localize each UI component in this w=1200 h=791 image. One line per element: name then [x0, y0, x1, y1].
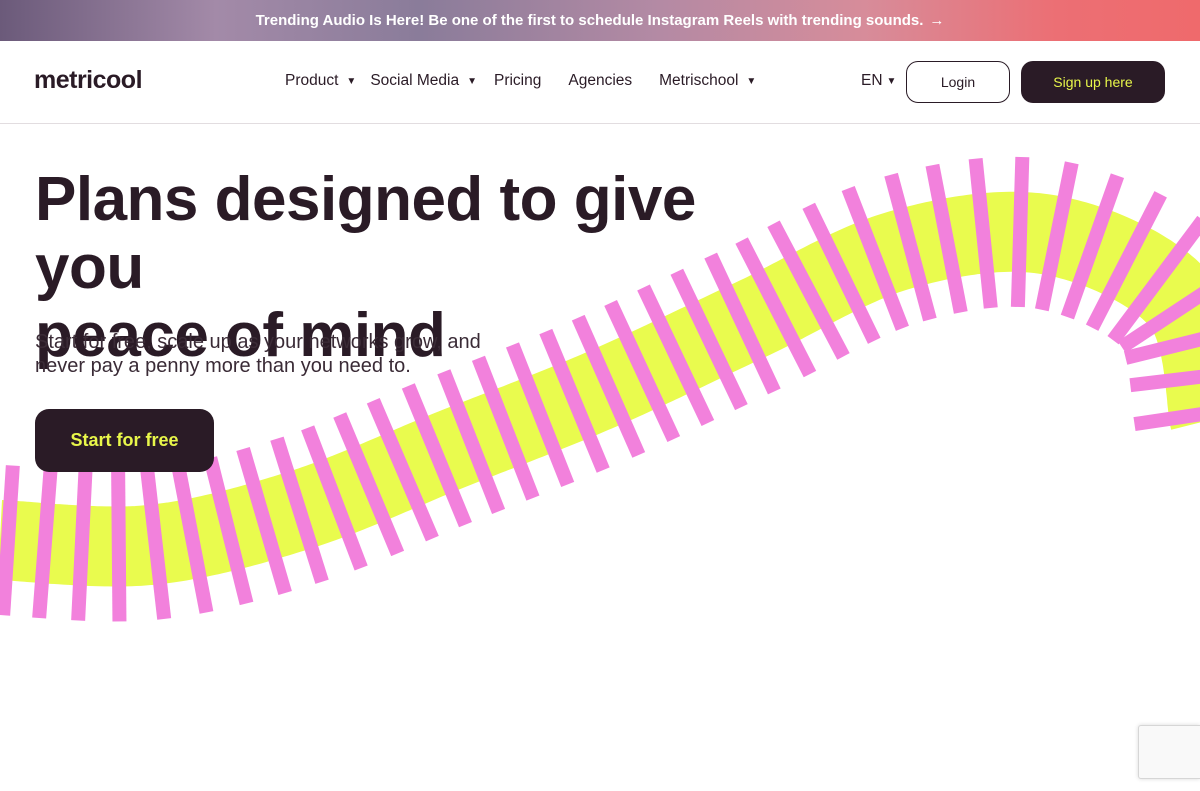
wave-bar	[1010, 156, 1030, 308]
subtitle-line-2: never pay a penny more than you need to.	[35, 355, 411, 377]
caret-down-icon: ▼	[746, 75, 757, 87]
start-for-free-button[interactable]: Start for free	[35, 409, 214, 472]
language-selector[interactable]: EN ▼	[861, 72, 896, 90]
login-button[interactable]: Login	[906, 61, 1010, 103]
menu-item-metrischool[interactable]: Metrischool ▼	[659, 72, 756, 90]
signup-button[interactable]: Sign up here	[1021, 61, 1165, 103]
menu-item-label: Social Media	[370, 72, 460, 89]
menu-item-social-media[interactable]: Social Media ▼	[370, 72, 477, 90]
announcement-text: Trending Audio Is Here! Be one of the fi…	[255, 12, 924, 29]
arrow-right-icon: →	[929, 12, 945, 29]
menu-item-label: Metrischool	[659, 72, 739, 89]
menu-item-pricing[interactable]: Pricing	[494, 72, 541, 90]
caret-down-icon: ▼	[467, 75, 477, 87]
page-subtitle: Start for free, scale up as your network…	[35, 330, 535, 378]
caret-down-icon: ▼	[346, 75, 357, 87]
menu-item-product[interactable]: Product ▼	[285, 72, 356, 90]
recaptcha-badge[interactable]	[1138, 725, 1200, 779]
subtitle-line-1: Start for free, scale up as your network…	[35, 331, 481, 353]
top-navigation: metricool Product ▼ Social Media ▼ Prici…	[0, 41, 1200, 124]
metricool-logo[interactable]: metricool	[34, 66, 143, 95]
main-menu: Product ▼ Social Media ▼ Pricing Agencie…	[285, 72, 756, 90]
menu-item-label: Pricing	[493, 72, 542, 89]
language-label: EN	[861, 72, 883, 89]
wave-bar	[111, 471, 127, 622]
announcement-bar[interactable]: Trending Audio Is Here! Be one of the fi…	[0, 0, 1200, 41]
menu-item-label: Product	[285, 72, 339, 89]
title-line-1: Plans designed to give you	[35, 165, 696, 302]
menu-item-agencies[interactable]: Agencies	[568, 72, 632, 90]
menu-item-label: Agencies	[568, 72, 633, 89]
chevron-down-icon: ▼	[886, 76, 897, 87]
